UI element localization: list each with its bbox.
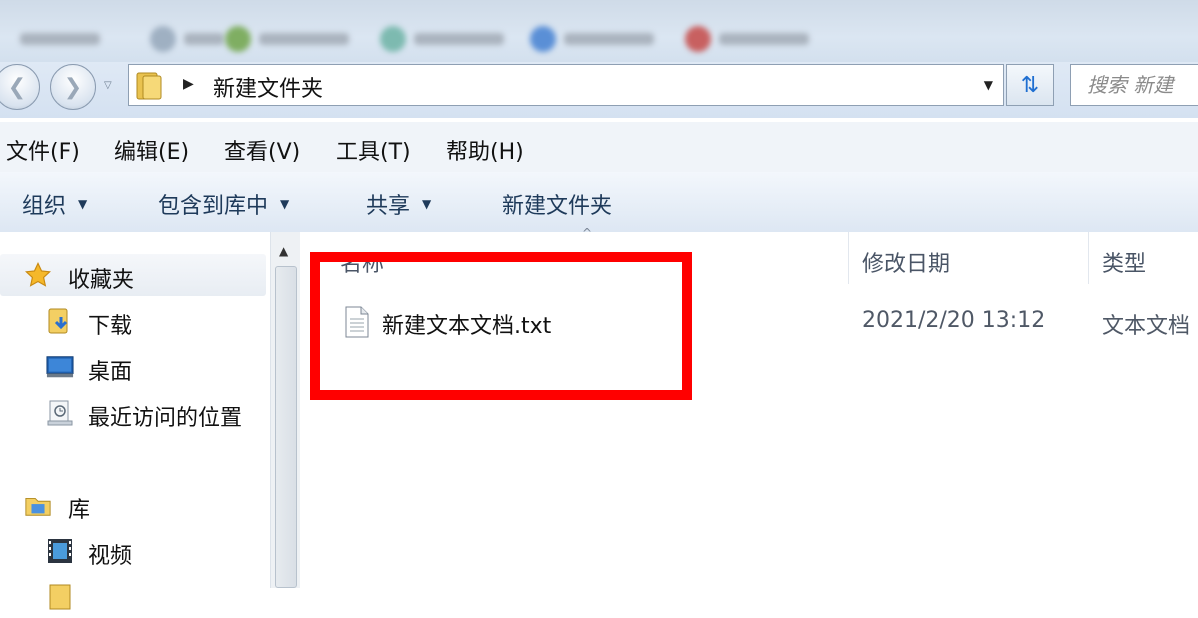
share-button[interactable]: 共享 ▼ [366, 188, 431, 220]
nav-scrollbar[interactable]: ▲ [270, 232, 301, 588]
nav-libraries-label: 库 [68, 498, 91, 523]
back-button[interactable]: ❮ [0, 64, 40, 110]
column-divider[interactable] [1088, 232, 1089, 284]
background-taskbar [0, 0, 1198, 62]
star-icon [24, 261, 52, 289]
menu-file[interactable]: 文件(F) [6, 134, 80, 166]
folder-icon [135, 71, 163, 105]
address-dropdown-icon[interactable]: ▼ [984, 78, 993, 92]
breadcrumb-separator-icon[interactable]: ▶ [183, 76, 194, 92]
highlight-box [310, 252, 692, 400]
back-arrow-icon: ❮ [7, 74, 27, 100]
share-label: 共享 [366, 194, 411, 219]
library-item-icon [46, 583, 74, 611]
command-bar: 组织 ▼ 包含到库中 ▼ 共享 ▼ 新建文件夹 [0, 172, 1198, 233]
menu-bar: 文件(F) 编辑(E) 查看(V) 工具(T) 帮助(H) [0, 122, 1198, 173]
nav-videos-label: 视频 [88, 544, 133, 569]
nav-recent-places[interactable]: 最近访问的位置 [0, 392, 266, 434]
nav-recent-places-label: 最近访问的位置 [88, 406, 243, 431]
search-input[interactable]: 搜索 新建 [1070, 64, 1198, 106]
chevron-down-icon: ▼ [422, 197, 432, 211]
organize-label: 组织 [22, 194, 67, 219]
nav-desktop-label: 桌面 [88, 360, 133, 385]
new-folder-label: 新建文件夹 [502, 194, 613, 219]
recent-places-icon [46, 399, 74, 427]
downloads-folder-icon [46, 307, 74, 335]
menu-view[interactable]: 查看(V) [224, 134, 300, 166]
navigation-pane: 收藏夹 下载 桌面 最近访问的位置 库 视频 [0, 232, 270, 610]
desktop-icon [46, 353, 74, 381]
breadcrumb-current[interactable]: 新建文件夹 [213, 71, 323, 103]
nav-next-item-partial[interactable] [0, 576, 266, 618]
refresh-icon: ⇅ [1020, 72, 1040, 98]
organize-button[interactable]: 组织 ▼ [22, 188, 87, 220]
nav-downloads[interactable]: 下载 [0, 300, 266, 342]
address-bar[interactable]: ▶ 新建文件夹 ▼ [128, 64, 1004, 106]
menu-edit[interactable]: 编辑(E) [114, 134, 189, 166]
library-folder-icon [24, 491, 52, 519]
nav-favorites-label: 收藏夹 [68, 268, 135, 293]
scroll-up-arrow-icon[interactable]: ▲ [279, 244, 288, 258]
menu-help[interactable]: 帮助(H) [446, 134, 524, 166]
file-type: 文本文档 [1102, 314, 1191, 339]
include-in-library-label: 包含到库中 [158, 194, 269, 219]
include-in-library-button[interactable]: 包含到库中 ▼ [158, 188, 289, 220]
file-modified-date: 2021/2/20 13:12 [862, 308, 1046, 333]
sort-ascending-icon: ^ [582, 226, 593, 240]
menu-tools[interactable]: 工具(T) [336, 134, 411, 166]
chevron-down-icon: ▼ [280, 197, 290, 211]
column-divider[interactable] [848, 232, 849, 284]
nav-favorites[interactable]: 收藏夹 [0, 254, 266, 296]
chevron-down-icon: ▼ [78, 197, 88, 211]
forward-button[interactable]: ❯ [50, 64, 96, 110]
nav-libraries[interactable]: 库 [0, 484, 266, 526]
nav-videos[interactable]: 视频 [0, 530, 266, 572]
refresh-button[interactable]: ⇅ [1006, 64, 1054, 106]
scrollbar-thumb[interactable] [275, 266, 297, 588]
video-film-icon [46, 537, 74, 565]
recent-pages-dropdown[interactable]: ▽ [104, 80, 112, 91]
new-folder-button[interactable]: 新建文件夹 [502, 188, 612, 220]
column-header-type[interactable]: 类型 [1102, 246, 1146, 278]
address-row: ❮ ❯ ▽ ▶ 新建文件夹 ▼ ⇅ 搜索 新建 [0, 62, 1198, 118]
nav-desktop[interactable]: 桌面 [0, 346, 266, 388]
column-header-modified[interactable]: 修改日期 [862, 246, 950, 278]
forward-arrow-icon: ❯ [63, 74, 83, 100]
nav-downloads-label: 下载 [88, 314, 133, 339]
